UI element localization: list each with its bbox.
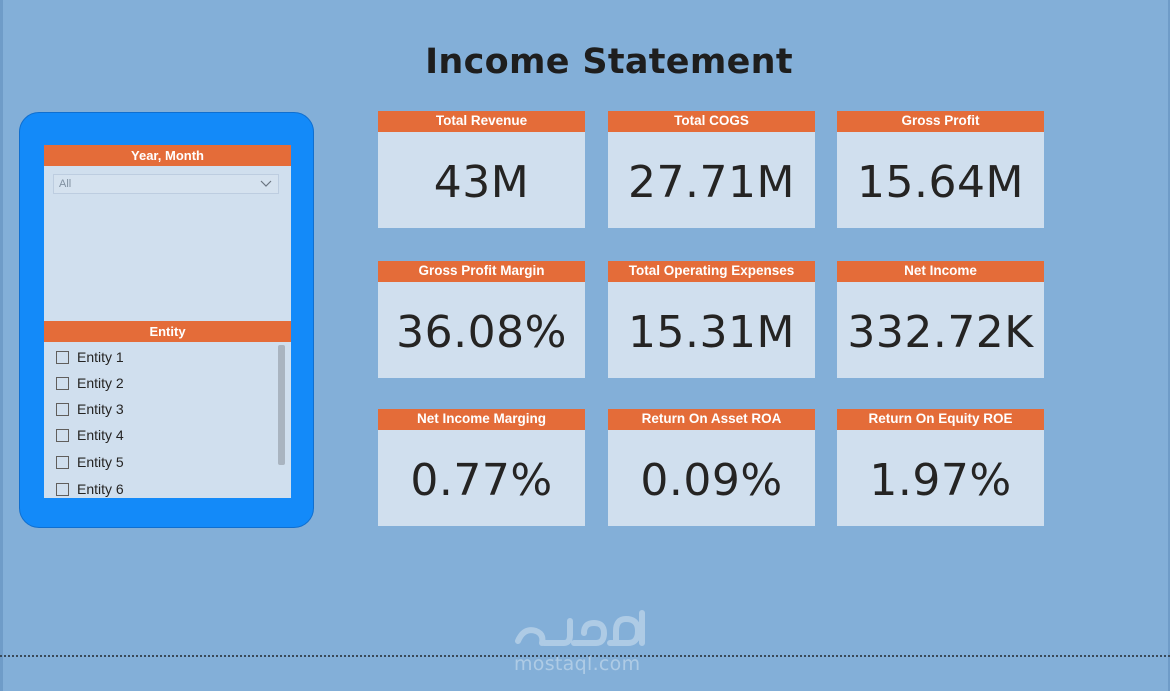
entity-option-label: Entity 5 bbox=[77, 454, 124, 470]
kpi-card-value: 15.64M bbox=[857, 157, 1024, 208]
kpi-card-label: Return On Equity ROE bbox=[837, 409, 1044, 430]
page-left-edge bbox=[0, 0, 3, 691]
entity-option[interactable]: Entity 6 bbox=[56, 479, 124, 498]
kpi-card-label: Net Income bbox=[837, 261, 1044, 282]
kpi-card-gross-profit-margin[interactable]: Gross Profit Margin 36.08% bbox=[378, 261, 585, 378]
entity-slicer-header: Entity bbox=[44, 321, 291, 342]
entity-list-scrollbar[interactable] bbox=[278, 345, 285, 465]
kpi-card-value: 0.09% bbox=[640, 455, 783, 506]
kpi-card-value: 332.72K bbox=[847, 307, 1034, 358]
kpi-card-label: Return On Asset ROA bbox=[608, 409, 815, 430]
checkbox-icon[interactable] bbox=[56, 455, 69, 469]
kpi-card-label: Total COGS bbox=[608, 111, 815, 132]
watermark-text: mostaql.com bbox=[514, 653, 641, 675]
checkbox-icon[interactable] bbox=[56, 350, 69, 364]
checkbox-icon[interactable] bbox=[56, 402, 69, 416]
watermark-logo-icon bbox=[515, 610, 645, 646]
kpi-card-net-income-margin[interactable]: Net Income Marging 0.77% bbox=[378, 409, 585, 526]
kpi-card-return-on-equity[interactable]: Return On Equity ROE 1.97% bbox=[837, 409, 1044, 526]
kpi-card-label: Gross Profit bbox=[837, 111, 1044, 132]
page-title: Income Statement bbox=[425, 42, 793, 82]
kpi-card-label: Total Operating Expenses bbox=[608, 261, 815, 282]
watermark: mostaql.com bbox=[500, 605, 670, 675]
kpi-card-total-revenue[interactable]: Total Revenue 43M bbox=[378, 111, 585, 228]
kpi-card-label: Gross Profit Margin bbox=[378, 261, 585, 282]
entity-option-label: Entity 1 bbox=[77, 349, 124, 365]
entity-option-label: Entity 6 bbox=[77, 481, 124, 497]
kpi-card-value: 43M bbox=[433, 157, 530, 208]
entity-option-label: Entity 4 bbox=[77, 427, 124, 443]
year-month-dropdown[interactable]: All bbox=[53, 174, 279, 194]
entity-option-label: Entity 2 bbox=[77, 375, 124, 391]
entity-option[interactable]: Entity 3 bbox=[56, 399, 124, 419]
kpi-card-label: Net Income Marging bbox=[378, 409, 585, 430]
kpi-card-total-operating-expenses[interactable]: Total Operating Expenses 15.31M bbox=[608, 261, 815, 378]
chevron-down-icon bbox=[260, 180, 272, 187]
kpi-card-gross-profit[interactable]: Gross Profit 15.64M bbox=[837, 111, 1044, 228]
checkbox-icon[interactable] bbox=[56, 376, 69, 390]
kpi-card-value: 1.97% bbox=[869, 455, 1012, 506]
slicer-panel: Year, Month All Entity Entity 1 Entity 2… bbox=[19, 112, 314, 528]
kpi-card-label: Total Revenue bbox=[378, 111, 585, 132]
checkbox-icon[interactable] bbox=[56, 428, 69, 442]
year-month-slicer-header: Year, Month bbox=[44, 145, 291, 166]
kpi-card-value: 36.08% bbox=[396, 307, 567, 358]
entity-option[interactable]: Entity 1 bbox=[56, 347, 124, 367]
entity-option-label: Entity 3 bbox=[77, 401, 124, 417]
kpi-card-value: 15.31M bbox=[628, 307, 795, 358]
entity-option[interactable]: Entity 4 bbox=[56, 425, 124, 445]
entity-option[interactable]: Entity 5 bbox=[56, 452, 124, 472]
entity-list: Entity 1 Entity 2 Entity 3 Entity 4 Enti… bbox=[44, 344, 291, 498]
entity-option[interactable]: Entity 2 bbox=[56, 373, 124, 393]
kpi-card-value: 27.71M bbox=[628, 157, 795, 208]
kpi-card-return-on-asset[interactable]: Return On Asset ROA 0.09% bbox=[608, 409, 815, 526]
kpi-card-total-cogs[interactable]: Total COGS 27.71M bbox=[608, 111, 815, 228]
kpi-card-net-income[interactable]: Net Income 332.72K bbox=[837, 261, 1044, 378]
year-month-dropdown-value: All bbox=[59, 178, 72, 190]
slicer-container: Year, Month All Entity Entity 1 Entity 2… bbox=[44, 145, 291, 498]
kpi-card-value: 0.77% bbox=[410, 455, 553, 506]
checkbox-icon[interactable] bbox=[56, 482, 69, 496]
